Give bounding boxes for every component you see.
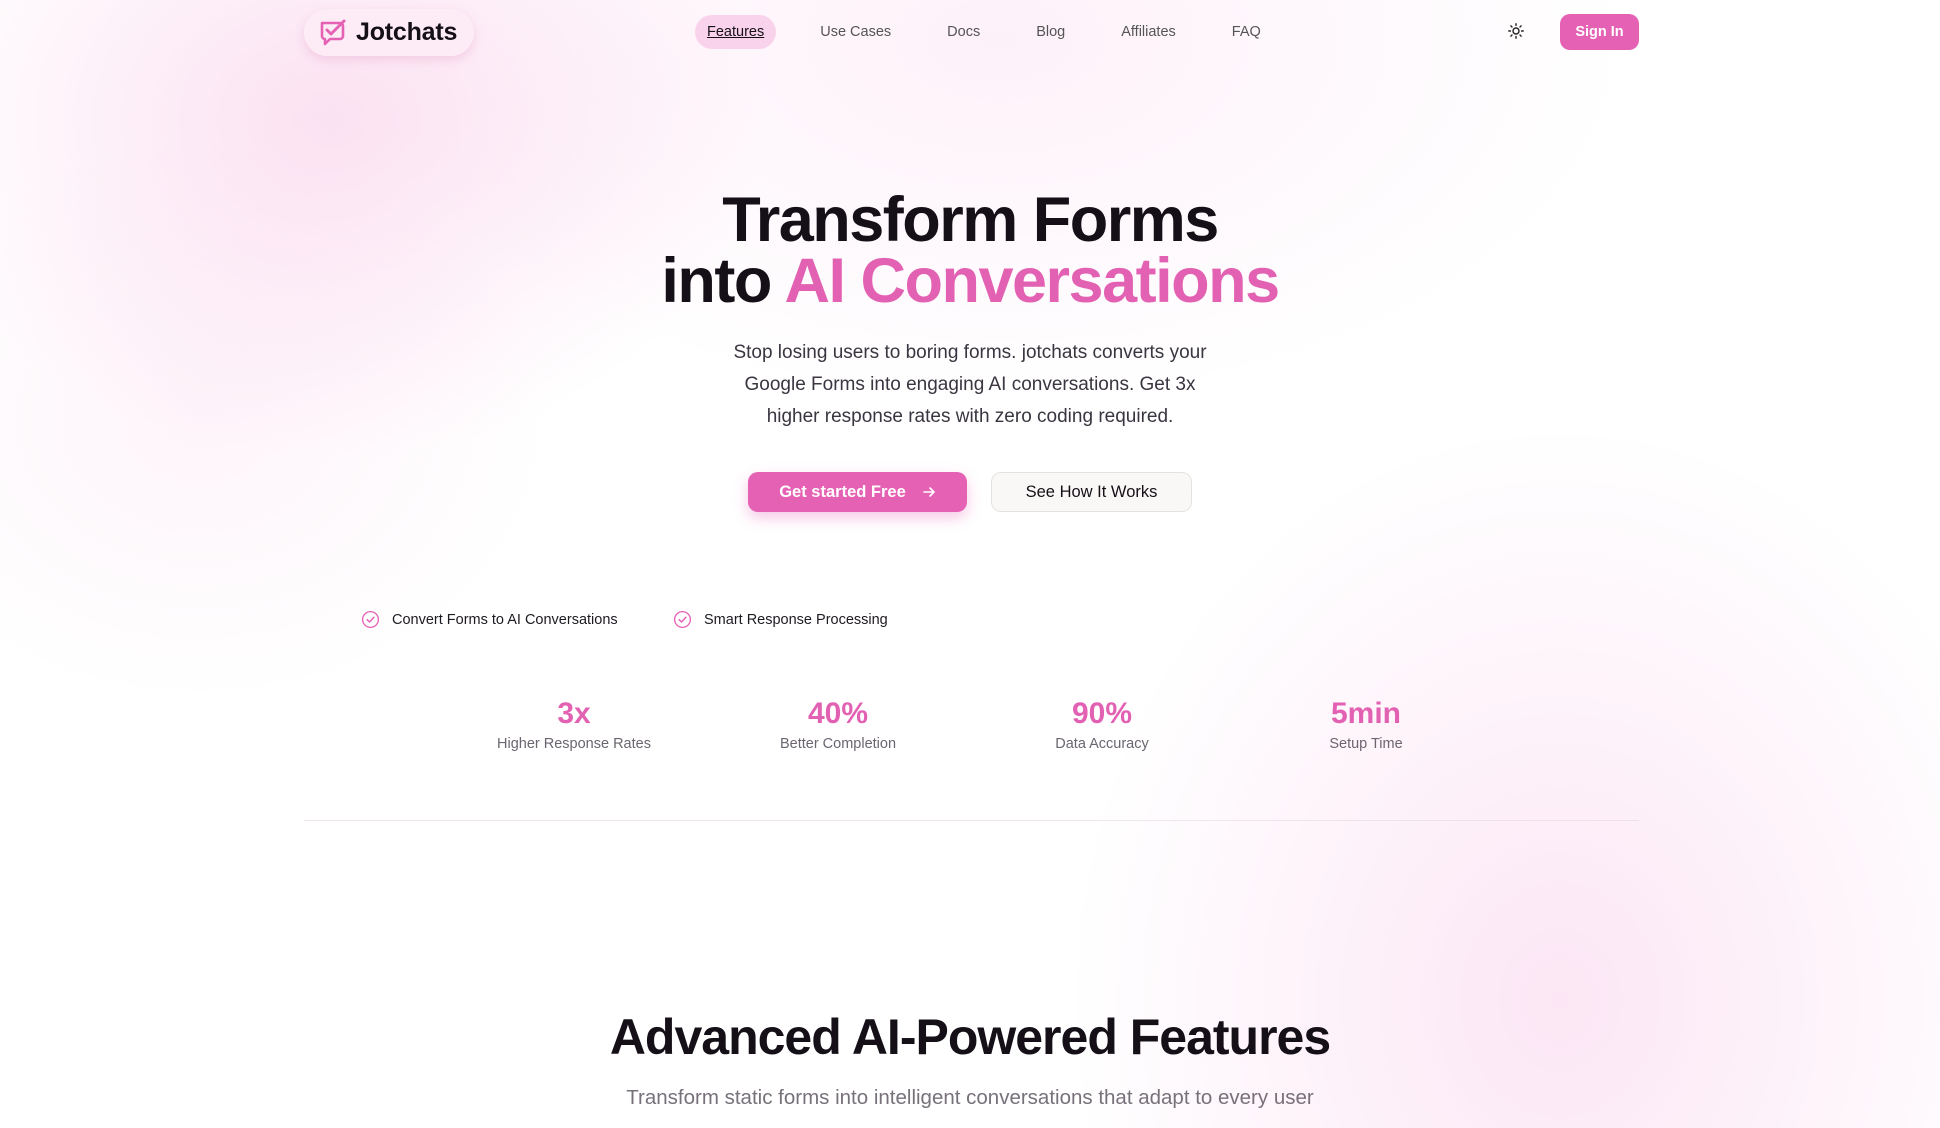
hero-title-accent: AI Conversations [784,246,1281,316]
stat-completion: 40% Better Completion [718,694,958,754]
feature-item-convert: Convert Forms to AI Conversations [361,610,618,629]
section-divider [304,820,1639,821]
get-started-label: Get started Free [779,482,906,501]
stat-value: 90% [1071,697,1133,730]
feature-label: Convert Forms to AI Conversations [392,611,618,628]
chat-check-icon [320,19,346,45]
nav-item-docs[interactable]: Docs [935,15,992,49]
features-section-subtitle: Transform static forms into intelligent … [626,1086,1314,1109]
landing-page: Jotchats Features Use Cases Docs Blog Af… [0,0,1940,1128]
stat-response-rates: 3x Higher Response Rates [454,694,694,754]
see-how-it-works-button[interactable]: See How It Works [991,472,1192,512]
feature-item-smart-response: Smart Response Processing [673,610,888,629]
stat-label: Better Completion [779,736,897,752]
arrow-right-icon [922,487,935,497]
stat-label: Higher Response Rates [497,736,651,752]
hero-title: Transform Forms into AI Conversations [0,189,1940,313]
stat-value: 3x [557,697,591,730]
nav-item-use-cases[interactable]: Use Cases [808,15,903,49]
nav-item-features[interactable]: Features [695,15,777,49]
brand-logo[interactable]: Jotchats [304,9,474,56]
sign-in-button[interactable]: Sign In [1560,14,1639,50]
nav-item-faq[interactable]: FAQ [1220,15,1273,49]
theme-toggle-button[interactable] [1504,19,1528,43]
feature-label: Smart Response Processing [704,611,888,628]
stat-setup-time: 5min Setup Time [1246,694,1486,754]
stat-accuracy: 90% Data Accuracy [982,694,1222,754]
hero-title-prefix: into [661,246,772,316]
sun-icon [1508,23,1524,39]
main-nav: Features Use Cases Docs Blog Affiliates … [695,15,1305,49]
hero-subtitle: Stop losing users to boring forms. jotch… [733,342,1207,427]
nav-item-affiliates[interactable]: Affiliates [1109,15,1188,49]
hero-title-line1: Transform Forms [722,185,1219,255]
check-circle-icon [361,610,380,629]
stat-value: 5min [1330,697,1402,730]
get-started-button[interactable]: Get started Free [748,472,967,512]
stat-label: Setup Time [1329,736,1403,752]
stat-label: Data Accuracy [1055,736,1149,752]
check-circle-icon [673,610,692,629]
brand-name: Jotchats [356,18,458,46]
nav-item-blog[interactable]: Blog [1024,15,1077,49]
features-section-title: Advanced AI-Powered Features [609,1009,1331,1065]
stat-value: 40% [807,697,869,730]
